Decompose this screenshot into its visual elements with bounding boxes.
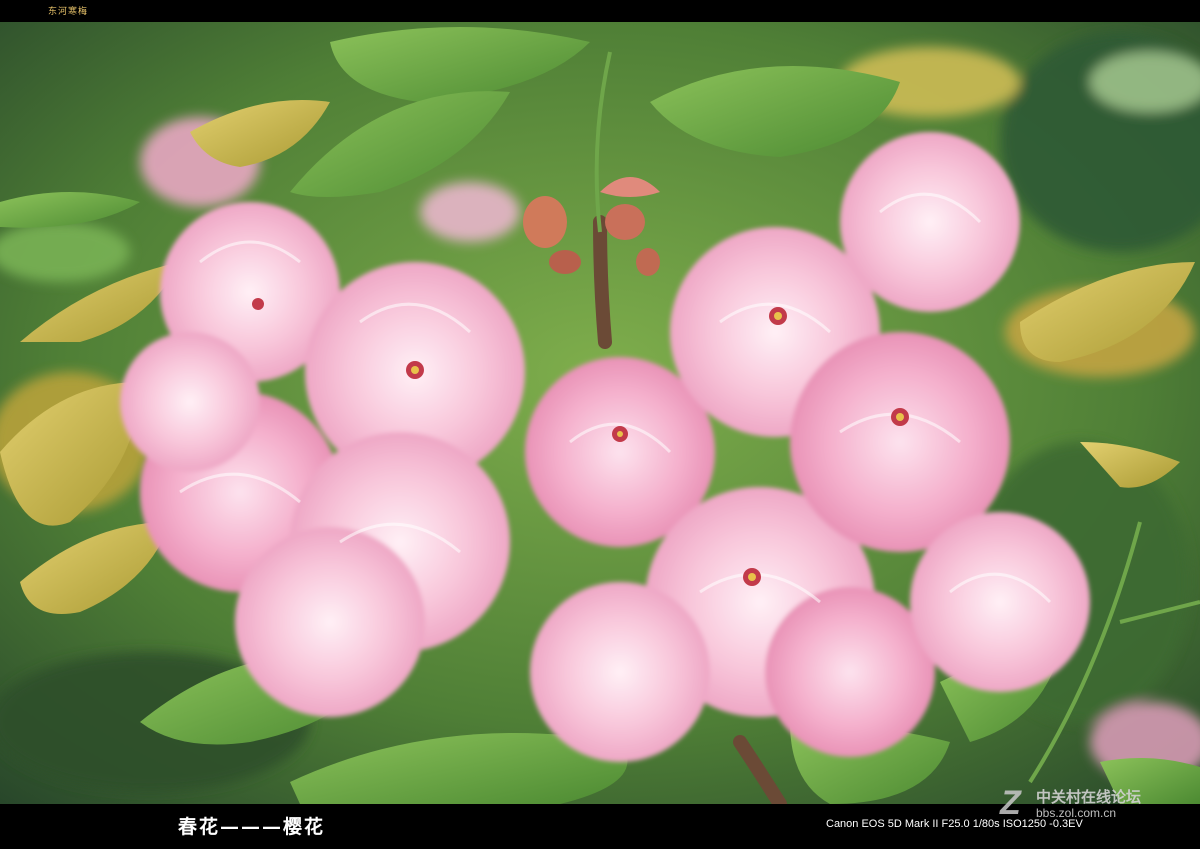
watermark: Z 中关村在线论坛 bbs.zol.com.cn [1000, 784, 1190, 824]
watermark-url: bbs.zol.com.cn [1036, 806, 1117, 820]
watermark-logo-icon: Z [1000, 784, 1021, 822]
photo-frame: 东河寒梅 春花———樱花 Canon EOS 5D Mark II F25.0 … [0, 0, 1200, 849]
cherry-blossom-photo [0, 22, 1200, 804]
top-border [0, 0, 1200, 22]
photo-illustration [0, 22, 1200, 804]
photo-title: 春花———樱花 [178, 816, 326, 838]
top-caption: 东河寒梅 [48, 7, 89, 17]
watermark-name: 中关村在线论坛 [1036, 788, 1142, 806]
